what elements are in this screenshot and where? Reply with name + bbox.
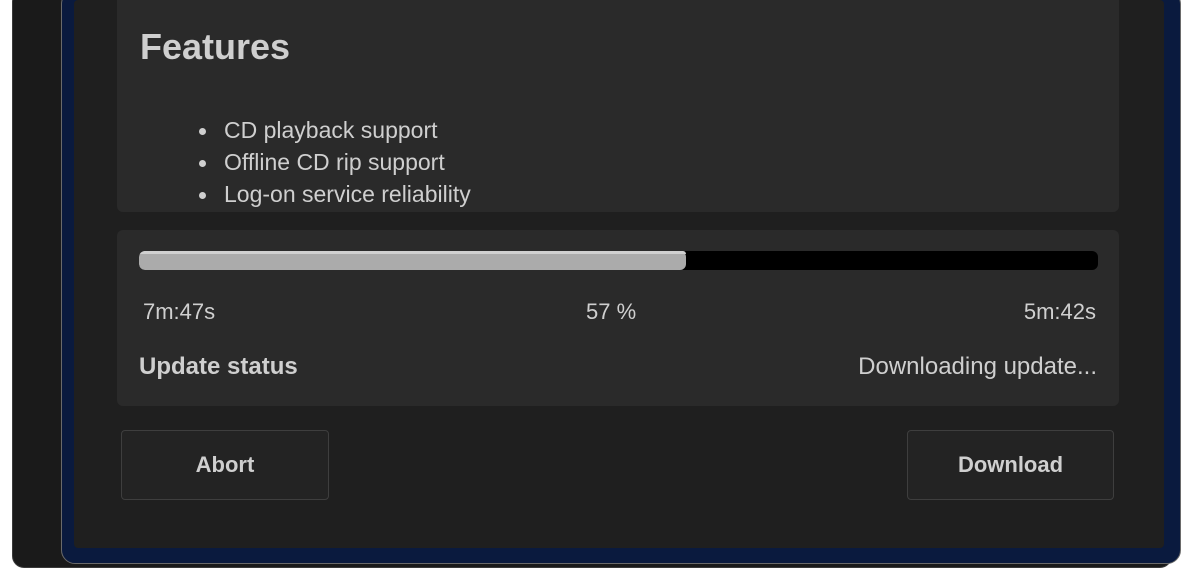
feature-item: Offline CD rip support [190,145,471,180]
abort-button[interactable]: Abort [121,430,329,500]
download-button[interactable]: Download [907,430,1114,500]
progress-percent: 57 % [586,299,637,324]
features-title: Features [140,26,291,67]
feature-item: CD playback support [190,113,471,148]
update-status-label: Update status [139,353,298,380]
elapsed-time: 7m:47s [143,299,216,324]
progress-bar-fill [139,251,686,270]
remaining-time: 5m:42s [1023,299,1096,324]
features-list: CD playback support Offline CD rip suppo… [190,113,471,212]
update-status-value: Downloading update... [858,353,1097,380]
progress-bar [139,251,1098,270]
feature-item: Log-on service reliability [190,177,471,212]
